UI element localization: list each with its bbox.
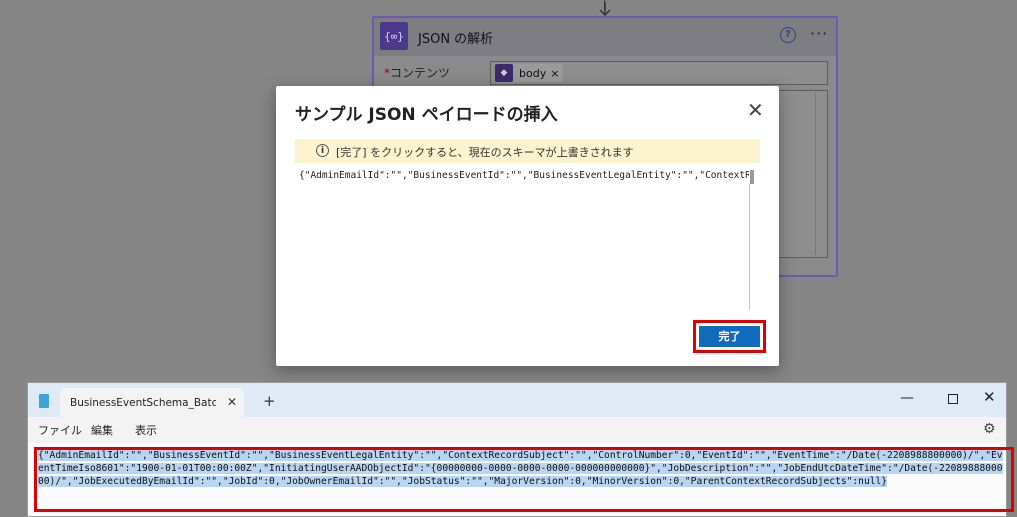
- new-tab-button[interactable]: +: [263, 392, 276, 410]
- content-field-label: *コンテンツ: [384, 64, 450, 81]
- body-token[interactable]: ◆ body ×: [495, 64, 564, 82]
- json-text-highlight: [34, 447, 1014, 512]
- tab-close-icon[interactable]: ✕: [227, 395, 237, 409]
- notepad-menubar: ファイル 編集 表示 ⚙: [28, 417, 1006, 443]
- notepad-titlebar[interactable]: BusinessEventSchema_BatchJobSta ✕ + — ✕: [28, 383, 1006, 417]
- action-header[interactable]: {∞} JSON の解析 ? ···: [374, 18, 836, 56]
- token-label: body: [519, 66, 547, 80]
- warning-banner: i [完了] をクリックすると、現在のスキーマが上書きされます: [295, 139, 760, 163]
- done-button[interactable]: 完了: [699, 326, 760, 347]
- content-input[interactable]: ◆ body ×: [490, 61, 828, 85]
- tab-title: BusinessEventSchema_BatchJobSta: [70, 397, 216, 409]
- content-label-text: コンテンツ: [390, 66, 451, 80]
- schema-scrollbar[interactable]: [815, 93, 825, 255]
- more-options-icon[interactable]: ···: [810, 24, 828, 43]
- action-title: JSON の解析: [418, 32, 494, 47]
- dialog-title: サンプル JSON ペイロードの挿入: [295, 105, 558, 125]
- insert-sample-json-dialog: サンプル JSON ペイロードの挿入 ✕ i [完了] をクリックすると、現在の…: [276, 86, 779, 366]
- parse-json-icon: {∞}: [380, 22, 408, 50]
- token-remove-icon[interactable]: ×: [550, 67, 559, 80]
- settings-gear-icon[interactable]: ⚙: [983, 421, 996, 437]
- window-close-button[interactable]: ✕: [983, 388, 996, 406]
- menu-edit[interactable]: 編集: [91, 422, 113, 438]
- menu-file[interactable]: ファイル: [38, 422, 82, 438]
- dialog-scrollbar[interactable]: [749, 184, 750, 310]
- sample-json-input[interactable]: {"AdminEmailId":"","BusinessEventId":"",…: [299, 170, 749, 184]
- notepad-app-icon: [39, 394, 49, 408]
- close-icon[interactable]: ✕: [747, 100, 764, 120]
- help-icon[interactable]: ?: [780, 27, 796, 43]
- minimize-button[interactable]: —: [900, 390, 914, 406]
- done-button-highlight: 完了: [693, 320, 766, 353]
- maximize-button[interactable]: [948, 394, 958, 404]
- info-icon: i: [316, 144, 329, 157]
- menu-view[interactable]: 表示: [135, 422, 157, 438]
- notepad-tab[interactable]: BusinessEventSchema_BatchJobSta ✕: [60, 388, 244, 417]
- banner-text: [完了] をクリックすると、現在のスキーマが上書きされます: [336, 146, 634, 159]
- dynamic-content-icon: ◆: [495, 64, 513, 82]
- text-caret: [750, 170, 754, 184]
